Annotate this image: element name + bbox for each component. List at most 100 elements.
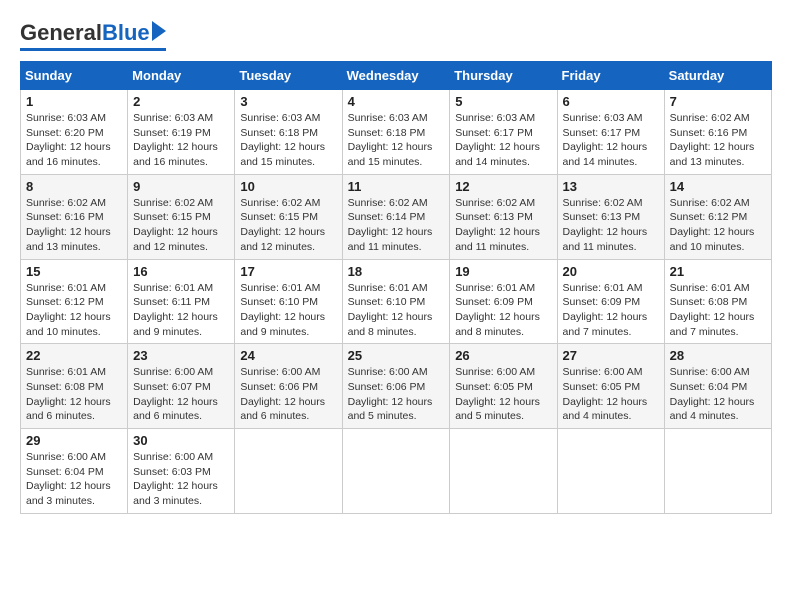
calendar-day-18: 18 Sunrise: 6:01 AMSunset: 6:10 PMDaylig…: [342, 259, 450, 344]
calendar-day-10: 10 Sunrise: 6:02 AMSunset: 6:15 PMDaylig…: [235, 174, 342, 259]
day-info: Sunrise: 6:00 AMSunset: 6:06 PMDaylight:…: [348, 366, 433, 422]
calendar-day-15: 15 Sunrise: 6:01 AMSunset: 6:12 PMDaylig…: [21, 259, 128, 344]
day-number: 9: [133, 179, 229, 194]
calendar-day-14: 14 Sunrise: 6:02 AMSunset: 6:12 PMDaylig…: [664, 174, 771, 259]
calendar-day-3: 3 Sunrise: 6:03 AMSunset: 6:18 PMDayligh…: [235, 90, 342, 175]
empty-cell: [342, 429, 450, 514]
calendar-day-26: 26 Sunrise: 6:00 AMSunset: 6:05 PMDaylig…: [450, 344, 557, 429]
calendar-week-4: 22 Sunrise: 6:01 AMSunset: 6:08 PMDaylig…: [21, 344, 772, 429]
calendar-header-thursday: Thursday: [450, 62, 557, 90]
day-number: 8: [26, 179, 122, 194]
day-number: 12: [455, 179, 551, 194]
calendar-day-20: 20 Sunrise: 6:01 AMSunset: 6:09 PMDaylig…: [557, 259, 664, 344]
calendar-day-5: 5 Sunrise: 6:03 AMSunset: 6:17 PMDayligh…: [450, 90, 557, 175]
logo-general: General: [20, 20, 102, 46]
calendar-day-25: 25 Sunrise: 6:00 AMSunset: 6:06 PMDaylig…: [342, 344, 450, 429]
day-info: Sunrise: 6:03 AMSunset: 6:17 PMDaylight:…: [563, 112, 648, 168]
day-info: Sunrise: 6:01 AMSunset: 6:10 PMDaylight:…: [348, 282, 433, 338]
empty-cell: [235, 429, 342, 514]
day-number: 21: [670, 264, 766, 279]
calendar-day-2: 2 Sunrise: 6:03 AMSunset: 6:19 PMDayligh…: [128, 90, 235, 175]
calendar-header-sunday: Sunday: [21, 62, 128, 90]
day-info: Sunrise: 6:02 AMSunset: 6:16 PMDaylight:…: [26, 197, 111, 253]
calendar-day-11: 11 Sunrise: 6:02 AMSunset: 6:14 PMDaylig…: [342, 174, 450, 259]
calendar-day-12: 12 Sunrise: 6:02 AMSunset: 6:13 PMDaylig…: [450, 174, 557, 259]
day-info: Sunrise: 6:02 AMSunset: 6:16 PMDaylight:…: [670, 112, 755, 168]
calendar-week-1: 1 Sunrise: 6:03 AMSunset: 6:20 PMDayligh…: [21, 90, 772, 175]
day-number: 10: [240, 179, 336, 194]
calendar-day-17: 17 Sunrise: 6:01 AMSunset: 6:10 PMDaylig…: [235, 259, 342, 344]
day-info: Sunrise: 6:00 AMSunset: 6:04 PMDaylight:…: [26, 451, 111, 507]
day-number: 24: [240, 348, 336, 363]
day-info: Sunrise: 6:00 AMSunset: 6:05 PMDaylight:…: [563, 366, 648, 422]
day-number: 26: [455, 348, 551, 363]
day-info: Sunrise: 6:01 AMSunset: 6:10 PMDaylight:…: [240, 282, 325, 338]
calendar-header-saturday: Saturday: [664, 62, 771, 90]
day-info: Sunrise: 6:02 AMSunset: 6:15 PMDaylight:…: [240, 197, 325, 253]
day-number: 29: [26, 433, 122, 448]
calendar-day-19: 19 Sunrise: 6:01 AMSunset: 6:09 PMDaylig…: [450, 259, 557, 344]
logo: General Blue: [20, 20, 166, 51]
logo-line: [20, 48, 166, 51]
day-info: Sunrise: 6:01 AMSunset: 6:09 PMDaylight:…: [455, 282, 540, 338]
empty-cell: [664, 429, 771, 514]
calendar-day-8: 8 Sunrise: 6:02 AMSunset: 6:16 PMDayligh…: [21, 174, 128, 259]
calendar-day-30: 30 Sunrise: 6:00 AMSunset: 6:03 PMDaylig…: [128, 429, 235, 514]
empty-cell: [450, 429, 557, 514]
day-number: 13: [563, 179, 659, 194]
day-number: 27: [563, 348, 659, 363]
day-info: Sunrise: 6:02 AMSunset: 6:14 PMDaylight:…: [348, 197, 433, 253]
calendar-day-21: 21 Sunrise: 6:01 AMSunset: 6:08 PMDaylig…: [664, 259, 771, 344]
day-info: Sunrise: 6:02 AMSunset: 6:13 PMDaylight:…: [455, 197, 540, 253]
day-info: Sunrise: 6:03 AMSunset: 6:17 PMDaylight:…: [455, 112, 540, 168]
calendar-header-monday: Monday: [128, 62, 235, 90]
day-number: 7: [670, 94, 766, 109]
calendar-table: SundayMondayTuesdayWednesdayThursdayFrid…: [20, 61, 772, 514]
calendar-day-4: 4 Sunrise: 6:03 AMSunset: 6:18 PMDayligh…: [342, 90, 450, 175]
calendar-header-tuesday: Tuesday: [235, 62, 342, 90]
day-number: 11: [348, 179, 445, 194]
day-number: 18: [348, 264, 445, 279]
calendar-day-16: 16 Sunrise: 6:01 AMSunset: 6:11 PMDaylig…: [128, 259, 235, 344]
logo-blue: Blue: [102, 20, 150, 46]
calendar-day-29: 29 Sunrise: 6:00 AMSunset: 6:04 PMDaylig…: [21, 429, 128, 514]
calendar-day-7: 7 Sunrise: 6:02 AMSunset: 6:16 PMDayligh…: [664, 90, 771, 175]
calendar-day-22: 22 Sunrise: 6:01 AMSunset: 6:08 PMDaylig…: [21, 344, 128, 429]
day-info: Sunrise: 6:01 AMSunset: 6:08 PMDaylight:…: [26, 366, 111, 422]
day-info: Sunrise: 6:03 AMSunset: 6:19 PMDaylight:…: [133, 112, 218, 168]
day-info: Sunrise: 6:03 AMSunset: 6:18 PMDaylight:…: [348, 112, 433, 168]
day-info: Sunrise: 6:02 AMSunset: 6:12 PMDaylight:…: [670, 197, 755, 253]
day-info: Sunrise: 6:01 AMSunset: 6:09 PMDaylight:…: [563, 282, 648, 338]
day-number: 22: [26, 348, 122, 363]
calendar-day-9: 9 Sunrise: 6:02 AMSunset: 6:15 PMDayligh…: [128, 174, 235, 259]
day-number: 2: [133, 94, 229, 109]
day-info: Sunrise: 6:02 AMSunset: 6:15 PMDaylight:…: [133, 197, 218, 253]
logo-arrow-icon: [152, 21, 166, 41]
day-info: Sunrise: 6:03 AMSunset: 6:18 PMDaylight:…: [240, 112, 325, 168]
calendar-header-row: SundayMondayTuesdayWednesdayThursdayFrid…: [21, 62, 772, 90]
calendar-week-3: 15 Sunrise: 6:01 AMSunset: 6:12 PMDaylig…: [21, 259, 772, 344]
day-info: Sunrise: 6:00 AMSunset: 6:05 PMDaylight:…: [455, 366, 540, 422]
day-number: 14: [670, 179, 766, 194]
calendar-day-24: 24 Sunrise: 6:00 AMSunset: 6:06 PMDaylig…: [235, 344, 342, 429]
day-number: 20: [563, 264, 659, 279]
day-info: Sunrise: 6:02 AMSunset: 6:13 PMDaylight:…: [563, 197, 648, 253]
calendar-week-2: 8 Sunrise: 6:02 AMSunset: 6:16 PMDayligh…: [21, 174, 772, 259]
day-info: Sunrise: 6:00 AMSunset: 6:06 PMDaylight:…: [240, 366, 325, 422]
day-info: Sunrise: 6:01 AMSunset: 6:12 PMDaylight:…: [26, 282, 111, 338]
day-number: 6: [563, 94, 659, 109]
calendar-day-23: 23 Sunrise: 6:00 AMSunset: 6:07 PMDaylig…: [128, 344, 235, 429]
day-number: 25: [348, 348, 445, 363]
day-number: 4: [348, 94, 445, 109]
day-number: 17: [240, 264, 336, 279]
day-number: 19: [455, 264, 551, 279]
day-number: 28: [670, 348, 766, 363]
calendar-day-6: 6 Sunrise: 6:03 AMSunset: 6:17 PMDayligh…: [557, 90, 664, 175]
day-number: 16: [133, 264, 229, 279]
day-number: 3: [240, 94, 336, 109]
day-info: Sunrise: 6:00 AMSunset: 6:07 PMDaylight:…: [133, 366, 218, 422]
day-info: Sunrise: 6:00 AMSunset: 6:03 PMDaylight:…: [133, 451, 218, 507]
day-info: Sunrise: 6:01 AMSunset: 6:08 PMDaylight:…: [670, 282, 755, 338]
calendar-day-13: 13 Sunrise: 6:02 AMSunset: 6:13 PMDaylig…: [557, 174, 664, 259]
day-info: Sunrise: 6:01 AMSunset: 6:11 PMDaylight:…: [133, 282, 218, 338]
